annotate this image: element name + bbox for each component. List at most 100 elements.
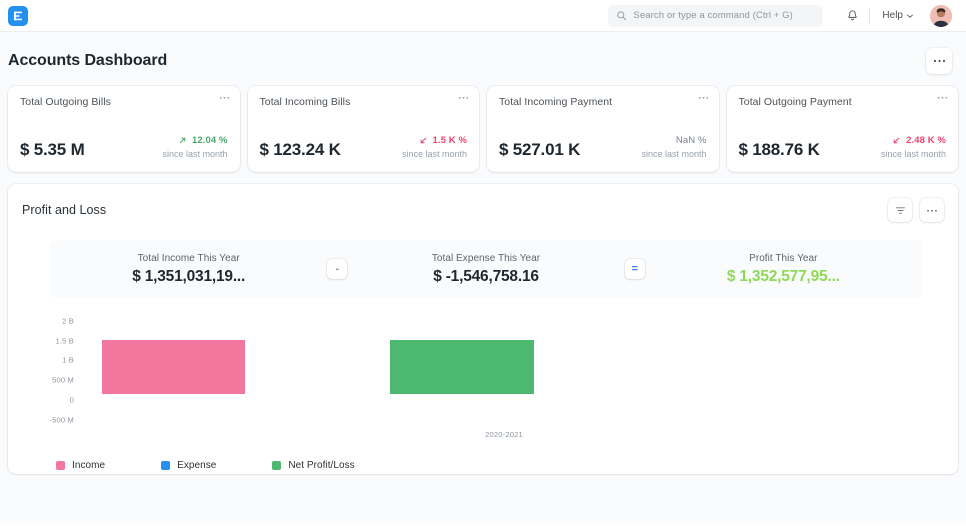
kpi-label: Total Incoming Payment [499, 96, 613, 108]
bar-income[interactable] [102, 340, 245, 394]
legend-item-income[interactable]: Income [56, 460, 105, 471]
page-header: Accounts Dashboard [0, 32, 966, 86]
kpi-delta: 1.5 K % [402, 135, 467, 146]
kpi-label: Total Outgoing Bills [20, 96, 111, 108]
arrow-down-left-icon [419, 136, 428, 145]
y-axis-tick: 1 B [62, 355, 74, 365]
chart-title: Profit and Loss [22, 203, 107, 217]
summary-total-income: Total Income This Year $ 1,351,031,19... [50, 253, 327, 286]
kpi-card-total-incoming-payment[interactable]: Total Incoming Payment $ 527.01 K NaN % … [487, 86, 719, 172]
y-axis-tick: 2 B [62, 316, 74, 326]
kpi-card-total-outgoing-bills[interactable]: Total Outgoing Bills $ 5.35 M 12.04 % si… [8, 86, 240, 172]
bar-group-2020-2021 [78, 310, 930, 430]
erpnext-logo-icon[interactable] [8, 5, 28, 26]
search-icon [616, 10, 627, 21]
legend-label: Net Profit/Loss [288, 460, 355, 471]
legend-label: Income [72, 460, 106, 471]
kpi-value: $ 527.01 K [499, 140, 581, 159]
kpi-delta-group: 2.48 K % since last month [881, 135, 946, 160]
kpi-delta: 2.48 K % [881, 135, 946, 146]
ellipsis-icon[interactable] [219, 95, 230, 99]
kpi-card-row: Total Outgoing Bills $ 5.35 M 12.04 % si… [8, 86, 958, 172]
ellipsis-icon[interactable] [937, 95, 948, 99]
kpi-bottom-row: $ 527.01 K NaN % since last month [499, 135, 707, 160]
ellipsis-icon[interactable] [698, 95, 709, 99]
kpi-value: $ 5.35 M [20, 140, 85, 159]
equals-operator-badge: = [624, 259, 645, 279]
summary-label: Total Expense This Year [431, 252, 541, 264]
kpi-delta-value: 1.5 K % [432, 135, 467, 146]
kpi-delta-group: 12.04 % since last month [162, 135, 227, 160]
legend-swatch-net-profit-loss [272, 461, 282, 470]
arrow-up-right-icon [178, 136, 187, 145]
kpi-delta-value: 2.48 K % [906, 135, 946, 146]
kpi-card-total-incoming-bills[interactable]: Total Incoming Bills $ 123.24 K 1.5 K % … [247, 86, 479, 172]
navbar-right-group: Search or type a command (Ctrl + G) Help [608, 4, 952, 28]
minus-operator-badge: - [327, 259, 348, 279]
dashboard-body: Total Outgoing Bills $ 5.35 M 12.04 % si… [0, 86, 966, 523]
summary-value: $ 1,352,577,95... [726, 267, 840, 285]
chevron-down-icon [906, 12, 914, 20]
kpi-delta-group: 1.5 K % since last month [402, 135, 467, 160]
summary-total-expense: Total Expense This Year $ -1,546,758.16 [347, 253, 624, 286]
top-navbar: Search or type a command (Ctrl + G) Help [0, 0, 966, 32]
kpi-delta: NaN % [641, 135, 706, 146]
chart-legend: Income Expense Net Profit/Loss [56, 460, 411, 471]
chart-header-actions [888, 198, 944, 222]
ellipsis-icon[interactable] [458, 95, 469, 99]
help-label: Help [882, 10, 903, 21]
kpi-card-total-outgoing-payment[interactable]: Total Outgoing Payment $ 188.76 K 2.48 K… [726, 86, 958, 172]
search-input[interactable]: Search or type a command (Ctrl + G) [608, 4, 824, 27]
ellipsis-icon [933, 59, 946, 63]
navbar-divider [869, 7, 871, 24]
ellipsis-icon [926, 208, 938, 212]
summary-label: Profit This Year [749, 252, 818, 264]
kpi-delta-group: NaN % since last month [641, 135, 706, 160]
chart-menu-button[interactable] [920, 198, 944, 222]
y-axis-tick: 0 [69, 395, 74, 405]
filter-button[interactable] [888, 198, 912, 222]
bar-net-profit-loss[interactable] [390, 340, 534, 394]
kpi-since-label: since last month [162, 149, 228, 159]
kpi-label: Total Outgoing Payment [738, 96, 852, 108]
arrow-down-left-icon [892, 136, 901, 145]
kpi-since-label: since last month [401, 149, 467, 159]
bar-chart: 2 B 1.5 B 1 B 500 M 0 -500 M 2020-2021 [22, 310, 944, 460]
kpi-value: $ 188.76 K [738, 140, 820, 159]
summary-profit: Profit This Year $ 1,352,577,95... [645, 253, 922, 286]
page-title: Accounts Dashboard [8, 52, 168, 69]
legend-swatch-income [56, 461, 65, 470]
x-axis-label: 2020-2021 [485, 430, 523, 439]
y-axis: 2 B 1.5 B 1 B 500 M 0 -500 M [22, 310, 78, 430]
bell-icon[interactable] [839, 4, 865, 28]
summary-value: $ 1,351,031,19... [132, 267, 246, 285]
kpi-since-label: since last month [880, 149, 946, 159]
kpi-label: Total Incoming Bills [259, 96, 351, 108]
legend-swatch-expense [161, 461, 171, 470]
kpi-bottom-row: $ 5.35 M 12.04 % since last month [20, 135, 228, 160]
pl-summary-strip: Total Income This Year $ 1,351,031,19...… [50, 240, 922, 298]
profit-and-loss-card: Profit and Loss Total Income This Year $… [8, 184, 958, 474]
kpi-bottom-row: $ 188.76 K 2.48 K % since last month [739, 135, 947, 160]
kpi-delta-value: 12.04 % [191, 135, 228, 146]
kpi-value: $ 123.24 K [259, 140, 341, 159]
y-axis-tick: -500 M [49, 415, 74, 425]
y-axis-tick: 1.5 B [55, 336, 74, 346]
legend-item-net-profit-loss[interactable]: Net Profit/Loss [272, 460, 355, 471]
plot-area: 2020-2021 [78, 310, 930, 439]
help-menu[interactable]: Help [878, 8, 918, 23]
kpi-since-label: since last month [641, 149, 707, 159]
user-avatar[interactable] [930, 4, 952, 27]
chart-header: Profit and Loss [22, 198, 944, 222]
filter-icon [895, 205, 906, 216]
page-menu-button[interactable] [926, 48, 952, 74]
summary-value: $ -1,546,758.16 [433, 267, 539, 285]
y-axis-tick: 500 M [52, 375, 74, 385]
search-placeholder: Search or type a command (Ctrl + G) [633, 10, 793, 21]
kpi-delta-value: NaN % [675, 135, 707, 146]
kpi-delta: 12.04 % [162, 135, 227, 146]
legend-item-expense[interactable]: Expense [161, 460, 216, 471]
kpi-bottom-row: $ 123.24 K 1.5 K % since last month [260, 135, 468, 160]
summary-label: Total Income This Year [137, 252, 240, 264]
legend-label: Expense [177, 460, 217, 471]
